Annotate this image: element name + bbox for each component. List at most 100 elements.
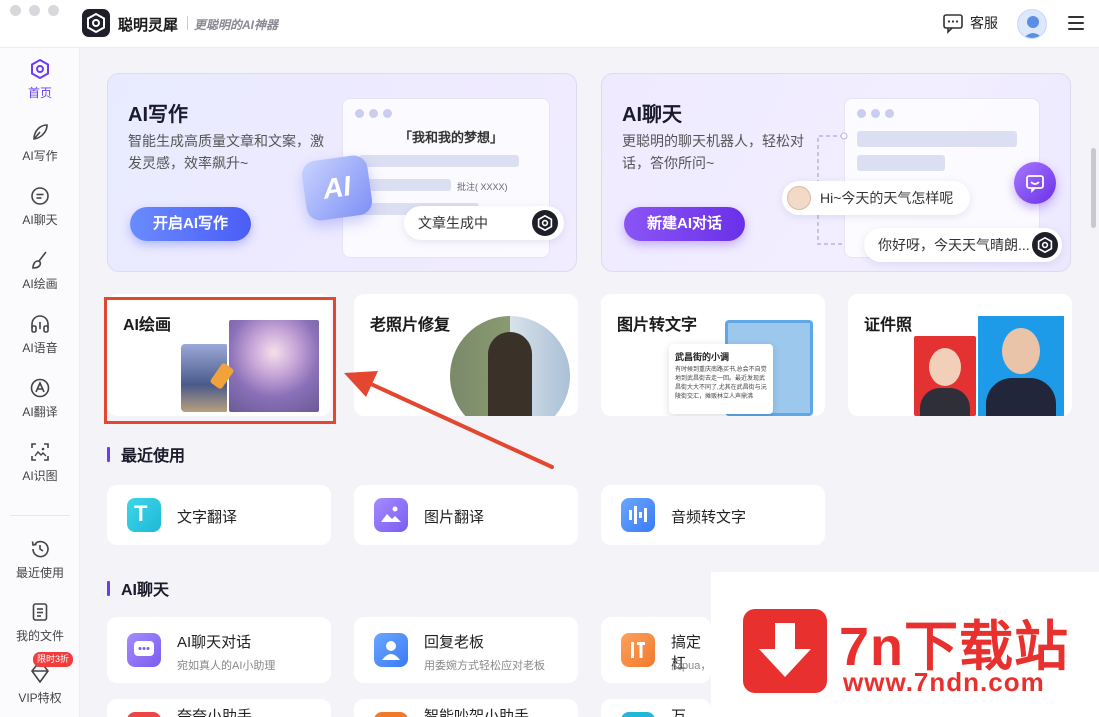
tool-image-translate[interactable]: 图片翻译 (354, 485, 578, 545)
file-icon (32, 603, 48, 621)
window-close-dot[interactable] (10, 5, 21, 16)
ai-chat-icon (127, 633, 161, 667)
highlight-box-ai-painting (104, 297, 336, 424)
tool-handle-argue[interactable]: 搞定杠 反pua， (601, 617, 711, 683)
pen-icon (33, 124, 48, 140)
chat-bubble-icon (31, 187, 49, 205)
chat-smile-icon (1026, 175, 1044, 193)
sidebar-item-label: AI语音 (22, 341, 58, 355)
ai-badge-text: AI (320, 170, 353, 205)
image-translate-icon (374, 498, 408, 532)
feature-title: 图片转文字 (617, 317, 698, 334)
tool-universal[interactable]: 万能… (601, 699, 711, 717)
ocr-document-title: 武昌街的小调 (675, 352, 730, 362)
app-logo-icon (82, 9, 110, 37)
chat-bubble-badge (1014, 162, 1056, 204)
start-ai-writing-button[interactable]: 开启AI写作 (130, 207, 252, 241)
tool-label: 夸夸小助手 (177, 708, 253, 717)
clock-icon (31, 540, 49, 558)
text-translate-icon: T (127, 498, 161, 532)
feature-card-id-photo[interactable]: 证件照 (848, 294, 1072, 416)
tool-text-translate[interactable]: T 文字翻译 (107, 485, 331, 545)
hero-description: 智能生成高质量文章和文案，激发灵感，效率飙升~ (128, 133, 324, 171)
customer-service-button[interactable]: 客服 (942, 12, 998, 34)
hero-description: 更聪明的聊天机器人，轻松对话，答你所问~ (622, 133, 804, 171)
sidebar-item-label: 首页 (27, 86, 52, 100)
sidebar-item-ai-painting[interactable]: AI绘画 (0, 249, 80, 309)
feature-title: 老照片修复 (370, 317, 451, 334)
sidebar-item-label: 我的文件 (15, 629, 64, 643)
tool-label: 文字翻译 (177, 509, 238, 526)
person-icon (374, 633, 408, 667)
section-header-recent: 最近使用 (107, 442, 185, 466)
user-message-text: Hi~今天的天气怎样呢 (820, 190, 954, 206)
sidebar-item-label: AI识图 (22, 469, 58, 483)
title-bar: 聪明灵犀 更聪明的AI神器 客服 (0, 0, 1099, 48)
watermark-url: www.7ndn.com (843, 667, 1045, 697)
hamburger-menu-icon[interactable] (1068, 16, 1084, 30)
user-message-bubble: Hi~今天的天气怎样呢 (782, 181, 970, 215)
feature-title: 证件照 (864, 317, 913, 334)
sidebar-item-label: AI写作 (22, 149, 58, 163)
bot-message-text: 你好呀，今天天气晴朗... (878, 237, 1030, 253)
translate-icon (30, 378, 50, 398)
sidebar-item-ai-recognize[interactable]: AI识图 (0, 441, 80, 501)
watermark-overlay: 7n下载站 www.7ndn.com (711, 572, 1099, 717)
tool-ai-chat-dialog[interactable]: AI聊天对话 宛如真人的AI小助理 (107, 617, 331, 683)
tool-label: 图片翻译 (424, 509, 485, 526)
tool-label: 智能吵架小助手 (424, 708, 530, 717)
sidebar-item-ai-writing[interactable]: AI写作 (0, 121, 80, 181)
new-ai-chat-button[interactable]: 新建AI对话 (624, 207, 746, 241)
tool-praise-helper[interactable]: 夸夸小助手 (107, 699, 331, 717)
hero-card-ai-chat[interactable]: AI聊天 更聪明的聊天机器人，轻松对话，答你所问~ 新建AI对话 Hi~今天的天… (601, 73, 1071, 272)
vip-discount-badge: 限时3折 (33, 652, 74, 667)
sidebar-item-vip[interactable]: VIP特权 (0, 663, 80, 717)
section-title: AI聊天 (121, 582, 170, 599)
hero-card-ai-writing[interactable]: AI写作 智能生成高质量文章和文案，激发灵感，效率飙升~ 开启AI写作 「我和我… (107, 73, 577, 272)
sidebar-item-ai-voice[interactable]: AI语音 (0, 313, 80, 373)
sidebar-item-label: 最近使用 (15, 566, 64, 580)
bot-message-bubble: 你好呀，今天天气晴朗... (864, 228, 1062, 262)
user-avatar[interactable] (1017, 9, 1047, 39)
scan-image-icon (31, 443, 49, 461)
argue-icon (374, 712, 408, 717)
ocr-document-card: 武昌街的小调 有时候到重庆南路买书,总会不自觉地到武昌街去走一回。最近发现武昌街… (669, 344, 773, 414)
generating-status-pill: 文章生成中 (404, 206, 564, 240)
generating-status-text: 文章生成中 (418, 215, 488, 231)
mock-document-title: 「我和我的梦想」 (399, 130, 504, 145)
sidebar-item-label: AI翻译 (22, 405, 58, 419)
ocr-document-text: 有时候到重庆南路买书,总会不自觉地到武昌街去走一回。最近发现武昌街大大不同了,尤… (675, 367, 767, 400)
sidebar-item-label: AI聊天 (22, 213, 58, 227)
app-logo-icon (532, 210, 558, 236)
tool-audio-to-text[interactable]: 音频转文字 (601, 485, 825, 545)
service-label: 客服 (970, 15, 998, 31)
tool-label: 万能… (671, 708, 687, 717)
brush-icon (32, 251, 47, 269)
sidebar-item-ai-chat[interactable]: AI聊天 (0, 185, 80, 245)
id-photo-red-background (914, 336, 976, 416)
feature-card-image-to-text[interactable]: 图片转文字 武昌街的小调 有时候到重庆南路买书,总会不自觉地到武昌街去走一回。最… (601, 294, 825, 416)
universal-icon (621, 712, 655, 717)
sidebar-item-home[interactable]: 首页 (0, 58, 80, 118)
app-logo-icon (1032, 232, 1058, 258)
bar-icon (621, 633, 655, 667)
app-brand-name: 聪明灵犀 (118, 17, 179, 34)
window-zoom-dot[interactable] (48, 5, 59, 16)
sidebar-item-ai-translate[interactable]: AI翻译 (0, 377, 80, 437)
id-photo-blue-background (978, 316, 1064, 416)
red-arrow-annotation (344, 371, 554, 469)
tool-sublabel: 宛如真人的AI小助理 (177, 660, 276, 672)
tool-label: 音频转文字 (671, 509, 747, 526)
main-scrollbar[interactable] (1091, 148, 1096, 228)
sidebar: 首页 AI写作 AI聊天 AI绘画 AI语音 AI翻译 AI识图 最近使用 我的… (0, 48, 80, 717)
audio-wave-icon (621, 498, 655, 532)
tool-reply-boss[interactable]: 回复老板 用委婉方式轻松应对老板 (354, 617, 578, 683)
app-slogan: 更聪明的AI神器 (194, 18, 279, 32)
tool-argue-helper[interactable]: 智能吵架小助手 (354, 699, 578, 717)
window-minimize-dot[interactable] (29, 5, 40, 16)
headphones-icon (31, 315, 49, 333)
section-title: 最近使用 (121, 448, 186, 465)
sidebar-item-recent[interactable]: 最近使用 (0, 538, 80, 598)
chat-support-icon (943, 14, 963, 34)
mock-annotation: 批注( XXXX) (457, 182, 508, 192)
